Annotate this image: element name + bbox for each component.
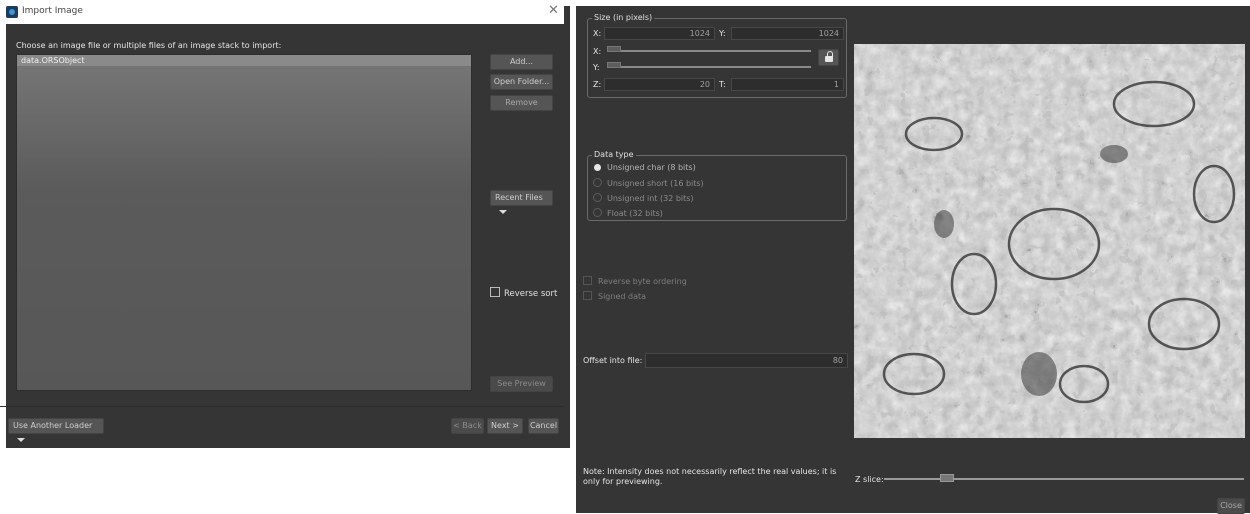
radio-unsigned-char[interactable]: Unsigned char (8 bits)	[593, 163, 696, 172]
z-slice-slider-handle[interactable]	[940, 474, 954, 482]
y-slider-label: Y:	[593, 63, 600, 72]
use-another-loader-label: Use Another Loader	[13, 421, 93, 430]
preview-note: Note: Intensity does not necessarily ref…	[583, 467, 837, 486]
radio-unsigned-int[interactable]: Unsigned int (32 bits)	[593, 193, 694, 203]
open-folder-button[interactable]: Open Folder...	[490, 74, 553, 90]
instruction-text: Choose an image file or multiple files o…	[16, 41, 282, 50]
checkbox-box	[490, 287, 500, 297]
add-button[interactable]: Add...	[490, 54, 553, 70]
chevron-down-icon	[499, 209, 507, 214]
z-size-field[interactable]: 20	[604, 78, 715, 91]
size-group-title: Size (in pixels)	[592, 13, 655, 22]
reverse-byte-ordering-checkbox[interactable]: Reverse byte ordering	[583, 276, 687, 286]
z-slice-label: Z slice:	[855, 475, 884, 484]
preview-image-graphic	[854, 44, 1245, 438]
radio-float[interactable]: Float (32 bits)	[593, 208, 663, 218]
radio-label: Unsigned int (32 bits)	[607, 194, 694, 203]
radio-label: Unsigned char (8 bits)	[607, 163, 696, 172]
checkbox-box	[583, 276, 592, 285]
offset-field[interactable]: 80	[645, 353, 848, 368]
x-slider-track[interactable]	[608, 50, 811, 52]
see-preview-button[interactable]: See Preview	[490, 376, 553, 392]
x-slider-label: X:	[593, 47, 602, 56]
cancel-button[interactable]: Cancel	[528, 418, 559, 434]
reverse-sort-checkbox[interactable]: Reverse sort	[490, 287, 557, 299]
close-icon[interactable]: ✕	[548, 3, 559, 18]
reverse-byte-ordering-label: Reverse byte ordering	[598, 277, 687, 286]
back-button[interactable]: < Back	[451, 418, 484, 434]
radio-dot	[593, 208, 602, 217]
app-icon	[6, 6, 18, 18]
dialog-title-bar: Import Image ✕	[0, 0, 564, 24]
t-size-field[interactable]: 1	[731, 78, 844, 91]
y-slider-handle[interactable]	[607, 62, 621, 68]
radio-dot	[594, 164, 601, 171]
offset-label: Offset into file:	[583, 356, 643, 365]
chevron-down-icon	[17, 437, 25, 442]
use-another-loader-button[interactable]: Use Another Loader	[8, 418, 104, 442]
z-slice-slider-track[interactable]	[884, 478, 1244, 480]
radio-label: Float (32 bits)	[607, 209, 663, 218]
t-label: T:	[719, 80, 726, 89]
file-list[interactable]: data.ORSObject	[16, 54, 472, 391]
recent-files-button[interactable]: Recent Files	[490, 190, 553, 214]
list-item[interactable]: data.ORSObject	[17, 55, 471, 66]
radio-dot	[593, 193, 602, 202]
radio-label: Unsigned short (16 bits)	[607, 179, 704, 188]
radio-dot	[593, 178, 602, 187]
aspect-lock-button[interactable]	[818, 49, 839, 66]
x-size-field[interactable]: 1024	[604, 27, 715, 40]
y-label: Y:	[719, 29, 726, 38]
remove-button[interactable]: Remove	[490, 95, 553, 111]
y-size-field[interactable]: 1024	[731, 27, 844, 40]
x-slider-handle[interactable]	[607, 46, 621, 52]
recent-files-label: Recent Files	[495, 193, 543, 202]
data-type-title: Data type	[592, 150, 636, 159]
radio-unsigned-short[interactable]: Unsigned short (16 bits)	[593, 178, 704, 188]
signed-data-checkbox[interactable]: Signed data	[583, 291, 646, 301]
reverse-sort-label: Reverse sort	[504, 289, 558, 299]
y-slider-track[interactable]	[608, 66, 811, 68]
preview-image	[854, 44, 1245, 438]
x-label: X:	[593, 29, 602, 38]
dialog-title: Import Image	[22, 6, 83, 16]
close-button[interactable]: Close	[1217, 498, 1245, 514]
unlocked-padlock-icon	[825, 56, 833, 62]
next-button[interactable]: Next >	[487, 418, 523, 434]
z-label: Z:	[593, 80, 602, 89]
checkbox-box	[583, 291, 592, 300]
signed-data-label: Signed data	[598, 292, 647, 301]
